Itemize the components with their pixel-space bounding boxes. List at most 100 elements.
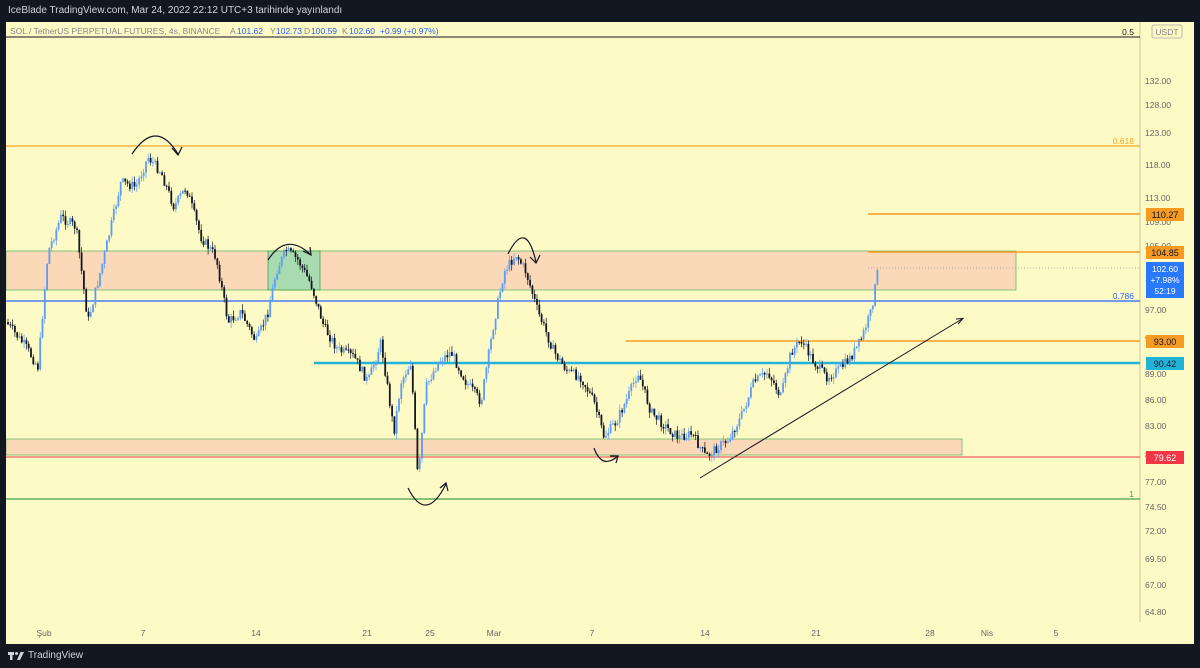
candle-body [676, 430, 679, 440]
candle-body [250, 327, 253, 335]
candle-body [347, 349, 350, 351]
candle-body [618, 410, 621, 423]
candle-body [230, 316, 232, 323]
candle-body [214, 249, 216, 259]
candle-body [78, 229, 81, 253]
candle-body [126, 181, 129, 184]
candle-body [469, 383, 472, 385]
candle-body [552, 344, 554, 349]
candle-body [699, 447, 702, 449]
candle-body [207, 239, 209, 249]
candle-body [30, 348, 32, 358]
candle-body [338, 347, 341, 349]
candle-body [407, 369, 410, 375]
candle-body [614, 423, 617, 426]
candle-body [577, 375, 580, 380]
candle-body [437, 361, 439, 371]
candle-body [662, 426, 665, 429]
candle-body [807, 343, 810, 356]
candle-body [32, 357, 35, 365]
candle-body [154, 160, 157, 163]
candle-body [593, 394, 596, 403]
candle-body [733, 430, 736, 433]
candle-body [694, 434, 697, 436]
candle-body [119, 181, 122, 196]
candle-body [543, 322, 545, 324]
candle-body [717, 450, 720, 454]
candle-body [819, 364, 821, 369]
candle-body [793, 347, 796, 355]
candle-body [858, 338, 860, 347]
candle-body [685, 437, 688, 440]
candle-body [706, 452, 709, 454]
candle-body [467, 384, 469, 386]
candle-body [20, 336, 23, 343]
candle-body [331, 337, 334, 342]
candle-body [540, 314, 543, 323]
candle-body [589, 391, 591, 393]
candle-body [398, 398, 400, 411]
candle-body [777, 389, 780, 395]
candle-body [319, 306, 322, 319]
candle-body [129, 183, 131, 190]
candle-body [211, 247, 214, 250]
candle-body [860, 338, 863, 340]
candle-body [177, 195, 180, 204]
candle-body [809, 353, 812, 356]
candle-body [538, 304, 541, 315]
candle-body [257, 330, 260, 337]
candle-body [559, 358, 561, 360]
candle-body [485, 367, 488, 380]
candle-body [816, 366, 819, 369]
fib-1-label: 1 [1129, 489, 1134, 499]
candle-body [204, 239, 207, 245]
candle-body [623, 404, 626, 413]
candle-body [221, 281, 223, 288]
candle-body [867, 315, 870, 328]
candle-body [142, 172, 145, 177]
candle-body [287, 248, 290, 251]
candle-body [736, 426, 738, 433]
candlestick-series [7, 153, 879, 473]
price-tick: 72.00 [1145, 526, 1167, 536]
candle-body [759, 374, 761, 376]
candle-body [561, 358, 564, 364]
tradingview-logo[interactable]: TradingView [8, 644, 83, 668]
candle-body [644, 386, 646, 390]
change-value: +0.99 (+0.97%) [380, 26, 439, 36]
candle-body [34, 363, 37, 365]
candle-body [428, 381, 430, 383]
candle-body [848, 355, 851, 364]
candle-body [874, 284, 876, 306]
candle-body [501, 283, 504, 292]
time-axis[interactable]: Şub 7 14 21 25 Mar 7 14 21 28 Nis 5 [36, 628, 1058, 638]
time-tick: 14 [700, 628, 710, 638]
price-chart[interactable]: SOL / TetherUS PERPETUAL FUTURES, 4s, BI… [6, 22, 1194, 644]
candle-body [110, 220, 113, 236]
candle-body [591, 392, 594, 395]
chart-area[interactable]: SOL / TetherUS PERPETUAL FUTURES, 4s, BI… [6, 22, 1194, 644]
candle-body [39, 337, 42, 370]
candle-body [179, 193, 182, 196]
candle-body [520, 259, 522, 264]
candle-body [209, 247, 212, 249]
price-tick: 83.00 [1145, 421, 1167, 431]
candle-body [517, 257, 520, 260]
candle-body [460, 370, 462, 377]
resistance-zone [6, 250, 1017, 291]
candle-body [25, 340, 28, 344]
candle-body [363, 366, 366, 381]
candle-body [830, 377, 833, 379]
candle-body [202, 241, 205, 245]
candle-body [766, 373, 768, 375]
candle-body [722, 440, 725, 442]
candle-body [835, 368, 837, 378]
candle-body [317, 303, 320, 307]
candle-body [446, 355, 449, 358]
candle-body [846, 358, 849, 364]
candle-body [400, 383, 403, 399]
candle-body [57, 222, 60, 230]
candle-body [262, 325, 265, 327]
candle-body [786, 368, 789, 374]
candle-body [186, 190, 189, 196]
